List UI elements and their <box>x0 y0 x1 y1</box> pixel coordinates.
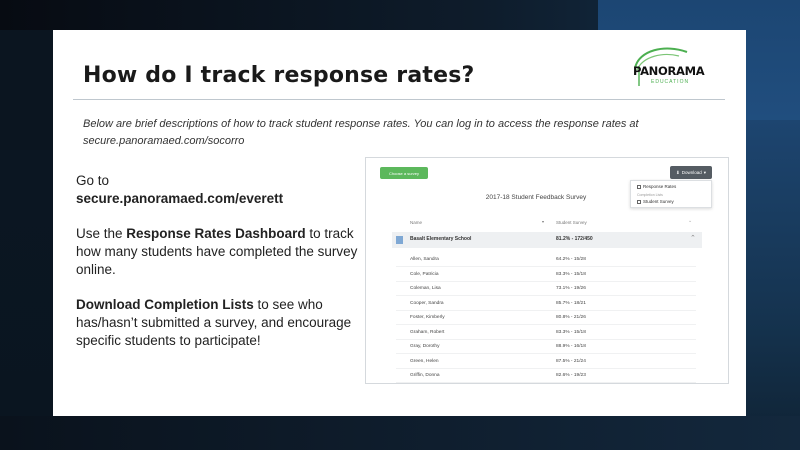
instruction-dashboard: Use the Response Rates Dashboard to trac… <box>76 225 366 279</box>
background-strip-bottom <box>0 416 800 450</box>
go-to-text: Go to <box>76 173 110 188</box>
title-divider <box>73 99 725 100</box>
document-icon <box>637 184 641 189</box>
table-row[interactable]: Graham, Robert 83.3% - 15/18 <box>396 326 696 340</box>
table-row[interactable]: Foster, Kimberly 80.8% - 21/26 <box>396 311 696 325</box>
instruction-download: Download Completion Lists to see who has… <box>76 296 366 350</box>
background-block-right <box>745 120 800 450</box>
chevron-down-icon: ▾ <box>703 169 707 175</box>
sort-icon[interactable]: ▾ <box>542 219 544 224</box>
student-response-rate: 85.7% - 18/21 <box>556 300 586 306</box>
table-row[interactable]: Griffin, Donna 82.6% - 19/23 <box>396 369 696 383</box>
student-response-rate: 80.8% - 21/26 <box>556 315 586 320</box>
everett-url: secure.panoramaed.com/everett <box>76 191 284 206</box>
column-header-name[interactable]: Name <box>410 220 422 225</box>
dropdown-item-student-survey[interactable]: Student Survey <box>637 199 674 204</box>
student-name: Graham, Robert <box>410 329 445 335</box>
chevron-up-icon[interactable]: ⌃ <box>690 234 696 242</box>
student-name: Griffin, Donna <box>410 373 440 378</box>
table-row[interactable]: Griffin, Ruth91.7% - 22/24 <box>396 384 696 385</box>
school-icon <box>396 236 403 244</box>
download-button[interactable]: ⬇ Download ▾ <box>670 166 712 179</box>
panorama-logo: PANORAMA EDUCATION <box>625 42 725 96</box>
student-response-rate: 87.5% - 21/24 <box>556 358 586 364</box>
student-name: Green, Helen <box>410 358 439 364</box>
table-row[interactable]: Gray, Dorothy 88.9% - 16/18 <box>396 340 696 354</box>
student-name: Coleman, Lisa <box>410 286 441 291</box>
student-response-rate: 83.3% - 15/18 <box>556 271 586 277</box>
table-row[interactable]: Cooper, Sandra 85.7% - 18/21 <box>396 297 696 311</box>
table-row[interactable]: Allen, Sandra 64.2% - 15/28 <box>396 253 696 267</box>
student-response-rate: 73.1% - 19/26 <box>556 286 586 291</box>
student-name: Foster, Kimberly <box>410 315 445 320</box>
choose-survey-button[interactable]: Choose a survey <box>380 167 428 179</box>
download-dropdown: Response Rates Completion Lists Student … <box>630 180 712 208</box>
table-row[interactable]: Coleman, Lisa 73.1% - 19/26 <box>396 282 696 296</box>
table-row[interactable]: Cole, Patricia 83.3% - 15/18 <box>396 268 696 282</box>
student-response-rate: 88.9% - 16/18 <box>556 344 586 349</box>
table-row[interactable]: Green, Helen 87.5% - 21/24 <box>396 355 696 369</box>
column-header-student-survey[interactable]: Student Survey <box>556 220 587 225</box>
dropdown-item-label: Student Survey <box>643 199 674 204</box>
dropdown-section-label: Completion Lists <box>637 193 663 197</box>
student-name: Gray, Dorothy <box>410 344 440 349</box>
collapse-icon[interactable]: ⌄ <box>688 218 692 224</box>
student-response-rate: 64.2% - 15/28 <box>556 257 586 262</box>
dashboard-text-pre: Use the <box>76 226 127 241</box>
document-icon <box>637 199 641 204</box>
school-rate: 81.2% - 172/450 <box>556 236 593 242</box>
student-name: Cole, Patricia <box>410 271 439 277</box>
student-response-rate: 82.6% - 19/23 <box>556 373 586 378</box>
slide: How do I track response rates? PANORAMA … <box>53 30 746 416</box>
download-button-label: Download <box>681 170 702 175</box>
school-name: Basalt Elementary School <box>410 236 472 242</box>
dropdown-item-response-rates[interactable]: Response Rates <box>637 184 676 189</box>
student-name: Cooper, Sandra <box>410 300 444 306</box>
download-text-strong: Download Completion Lists <box>76 297 254 312</box>
dashboard-screenshot: Choose a survey ⬇ Download ▾ Response Ra… <box>365 157 729 384</box>
instruction-go-to: Go to secure.panoramaed.com/everett <box>76 172 366 208</box>
instructions: Go to secure.panoramaed.com/everett Use … <box>76 172 366 367</box>
student-name: Allen, Sandra <box>410 257 439 262</box>
background-block-left <box>0 150 55 450</box>
logo-sub-text: EDUCATION <box>651 79 690 85</box>
student-response-rate: 83.3% - 15/18 <box>556 329 586 335</box>
school-row[interactable]: Basalt Elementary School 81.2% - 172/450… <box>392 232 702 248</box>
survey-title: 2017-18 Student Feedback Survey <box>485 194 587 201</box>
dashboard-text-strong: Response Rates Dashboard <box>126 226 306 241</box>
download-icon: ⬇ <box>675 169 680 175</box>
slide-title: How do I track response rates? <box>83 63 475 88</box>
slide-subtitle: Below are brief descriptions of how to t… <box>83 118 639 147</box>
dropdown-item-label: Response Rates <box>643 184 677 189</box>
logo-brand-text: PANORAMA <box>633 64 705 78</box>
